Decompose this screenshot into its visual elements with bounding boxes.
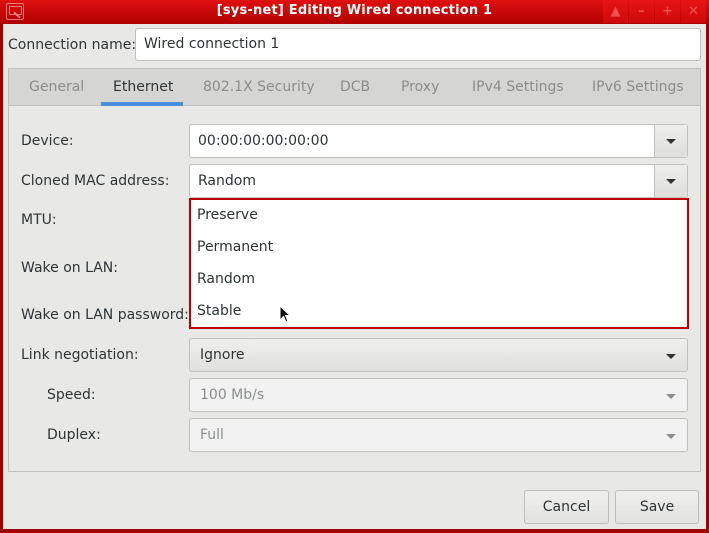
close-button[interactable]: ✕ [681, 0, 706, 23]
tab-8021x-security[interactable]: 802.1X Security [203, 79, 315, 95]
option-preserve[interactable]: Preserve [197, 207, 258, 223]
cancel-button[interactable]: Cancel [524, 490, 609, 524]
dialog-content: Connection name: Wired connection 1 Gene… [3, 24, 706, 529]
cloned-mac-label: Cloned MAC address: [21, 173, 170, 189]
option-stable[interactable]: Stable [197, 303, 241, 319]
chevron-down-icon [666, 394, 676, 399]
wake-on-lan-label: Wake on LAN: [21, 260, 118, 276]
maximize-icon: + [662, 4, 673, 19]
option-permanent[interactable]: Permanent [197, 239, 273, 255]
cloned-mac-options-popup: Preserve Permanent Random Stable [189, 198, 689, 329]
mouse-pointer-icon [279, 305, 291, 323]
chevron-down-icon [666, 434, 676, 439]
shade-button[interactable]: ▲ [603, 0, 628, 23]
cloned-mac-value[interactable]: Random [198, 173, 256, 189]
chevron-down-icon [666, 179, 676, 184]
tab-ipv6-settings[interactable]: IPv6 Settings [592, 79, 684, 95]
wake-on-lan-password-label: Wake on LAN password: [21, 307, 189, 323]
maximize-button[interactable]: + [655, 0, 680, 23]
device-value[interactable]: 00:00:00:00:00:00 [198, 133, 328, 149]
minimize-icon: – [638, 4, 645, 19]
duplex-dropdown: Full [189, 418, 688, 452]
device-label: Device: [21, 133, 74, 149]
tab-ipv4-settings[interactable]: IPv4 Settings [472, 79, 564, 95]
chevron-down-icon [666, 139, 676, 144]
cloned-mac-combo[interactable]: Random [189, 164, 688, 198]
title-bar[interactable]: [sys-net] Editing Wired connection 1 ▲ –… [0, 0, 709, 24]
speed-dropdown: 100 Mb/s [189, 378, 688, 412]
save-button[interactable]: Save [615, 490, 699, 524]
close-icon: ✕ [688, 4, 699, 19]
device-combo[interactable]: 00:00:00:00:00:00 [189, 124, 688, 158]
link-negotiation-label: Link negotiation: [21, 347, 139, 363]
editor-window: [sys-net] Editing Wired connection 1 ▲ –… [0, 0, 709, 533]
tab-ethernet[interactable]: Ethernet [113, 79, 173, 95]
minimize-button[interactable]: – [629, 0, 654, 23]
tab-dcb[interactable]: DCB [340, 79, 370, 95]
chevron-down-icon [666, 354, 676, 359]
chevron-up-icon: ▲ [610, 4, 621, 19]
duplex-label: Duplex: [47, 427, 101, 443]
connection-name-label: Connection name: [8, 37, 137, 53]
link-negotiation-dropdown[interactable]: Ignore [189, 338, 688, 372]
link-negotiation-value: Ignore [200, 347, 245, 363]
option-random[interactable]: Random [197, 271, 255, 287]
connection-name-input[interactable]: Wired connection 1 [135, 28, 701, 61]
active-tab-indicator [101, 102, 183, 106]
tab-general[interactable]: General [29, 79, 84, 95]
duplex-value: Full [200, 427, 224, 443]
speed-label: Speed: [47, 387, 96, 403]
speed-value: 100 Mb/s [200, 387, 265, 403]
cloned-mac-dropdown-button[interactable] [654, 165, 687, 197]
mtu-label: MTU: [21, 212, 57, 228]
tab-proxy[interactable]: Proxy [401, 79, 439, 95]
tab-bar: General Ethernet 802.1X Security DCB Pro… [9, 69, 700, 106]
device-dropdown-button[interactable] [654, 125, 687, 157]
window-controls: ▲ – + ✕ [602, 0, 706, 24]
